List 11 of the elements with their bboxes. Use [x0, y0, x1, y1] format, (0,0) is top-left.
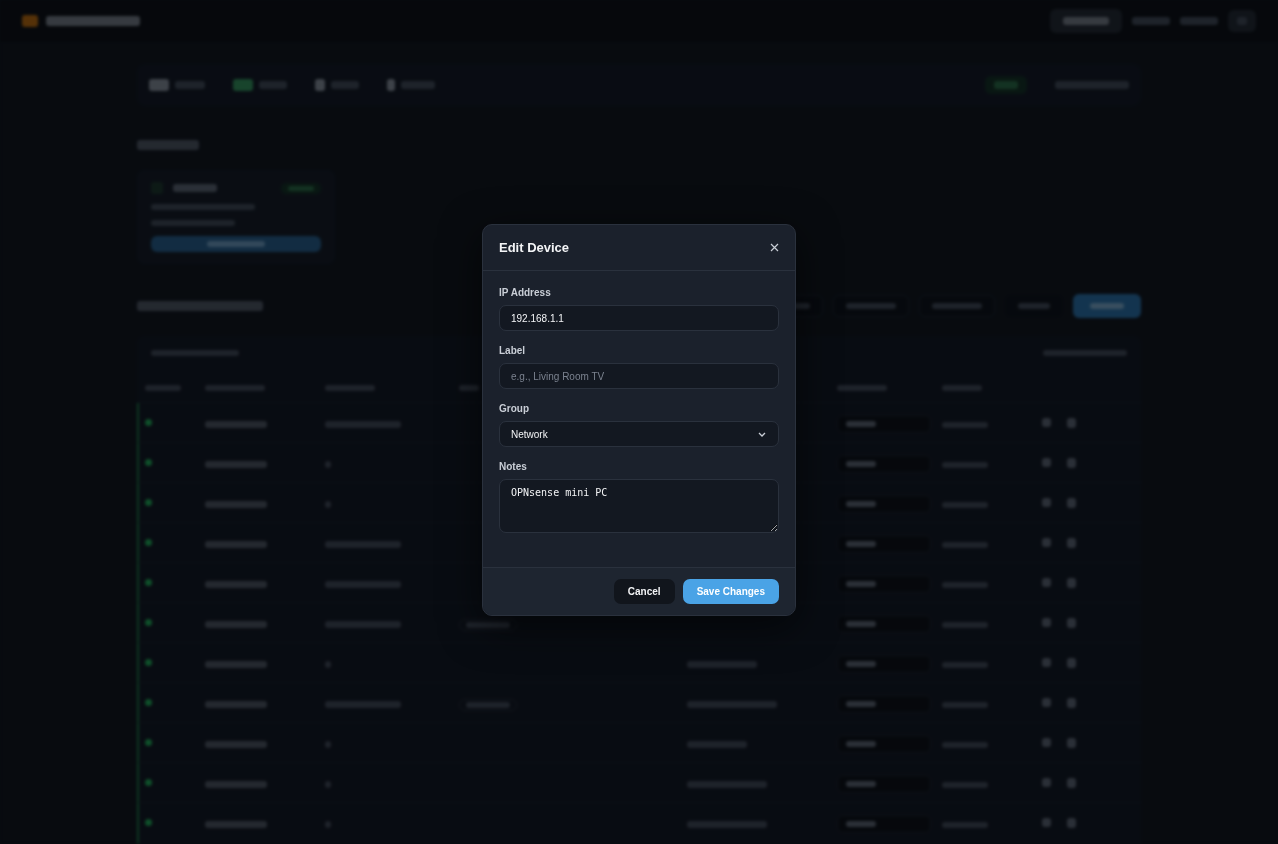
field-label: Label	[499, 345, 527, 356]
input-field[interactable]: 192.168.1.1	[499, 305, 779, 331]
dialog-title: Edit Device	[499, 240, 570, 255]
field-label: Notes	[499, 461, 528, 472]
cancel-button[interactable]: Cancel	[613, 579, 675, 604]
close-icon[interactable]	[770, 243, 779, 252]
input-field[interactable]: e.g., Living Room TV	[499, 363, 779, 389]
notes-field[interactable]: OPNsense mini PC	[499, 479, 779, 533]
select-field[interactable]: Network	[499, 421, 779, 447]
field-label: Group	[499, 403, 530, 414]
field-label: IP Address	[499, 287, 552, 298]
